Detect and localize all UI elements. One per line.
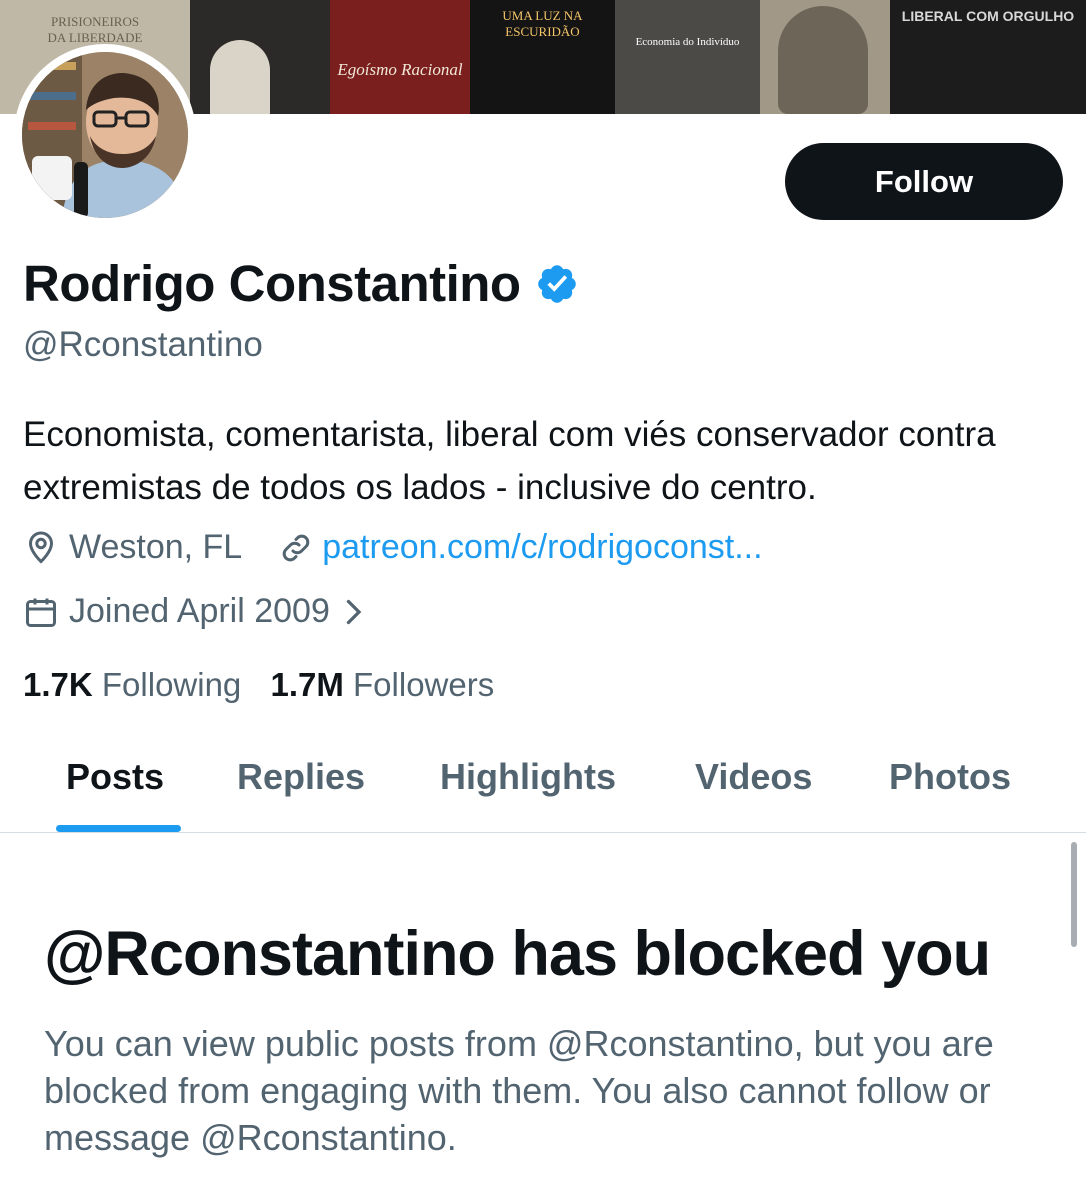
chevron-right-icon xyxy=(342,597,364,627)
banner-book-title-3: Egoísmo Racional xyxy=(337,60,463,79)
banner-book-3: Egoísmo Racional xyxy=(330,0,470,114)
blocked-title: @Rconstantino has blocked you xyxy=(44,919,991,989)
tab-photos[interactable]: Photos xyxy=(889,756,1011,798)
following-stat[interactable]: 1.7K Following xyxy=(23,666,250,703)
blocked-message: You can view public posts from @Rconstan… xyxy=(44,1023,994,1158)
avatar-image xyxy=(22,52,188,218)
display-name-text: Rodrigo Constantino xyxy=(23,255,521,312)
calendar-icon xyxy=(23,594,59,630)
following-count: 1.7K xyxy=(23,666,93,703)
banner-book-title-5: Economia do Indivíduo xyxy=(635,36,740,48)
profile-website-link[interactable]: patreon.com/c/rodrigoconst... xyxy=(322,528,762,567)
profile-location: Weston, FL xyxy=(69,528,243,566)
profile-joined-date: Joined April 2009 xyxy=(69,592,330,630)
profile-tabs: Posts Replies Highlights Videos Photos xyxy=(0,740,1086,833)
location-pin-icon xyxy=(23,530,59,566)
tab-replies[interactable]: Replies xyxy=(237,756,365,798)
banner-book-7: LIBERAL COM ORGULHO xyxy=(890,0,1086,114)
follow-button[interactable]: Follow xyxy=(785,143,1063,220)
profile-name: Rodrigo Constantino xyxy=(23,254,579,313)
banner-book-title-7: LIBERAL COM ORGULHO xyxy=(901,8,1075,24)
following-label: Following xyxy=(101,666,242,703)
banner-book-title-1: PRISIONEIROS DA LIBERDADE xyxy=(47,14,143,45)
followers-label: Followers xyxy=(353,666,495,703)
banner-book-2 xyxy=(190,0,330,114)
verified-badge-icon[interactable] xyxy=(535,262,579,306)
tab-videos[interactable]: Videos xyxy=(695,756,812,798)
followers-count: 1.7M xyxy=(270,666,344,703)
profile-handle: @Rconstantino xyxy=(23,325,263,364)
profile-meta-location-row: Weston, FL patreon.com/c/rodrigoconst... xyxy=(23,528,763,567)
avatar-photo-icon xyxy=(22,52,188,218)
profile-bio: Economista, comentarista, liberal com vi… xyxy=(23,415,996,507)
profile-stats: 1.7K Following 1.7M Followers xyxy=(23,666,494,704)
tab-posts[interactable]: Posts xyxy=(66,756,164,798)
followers-stat[interactable]: 1.7M Followers xyxy=(270,666,494,703)
banner-book-4: UMA LUZ NA ESCURIDÃO xyxy=(470,0,615,114)
link-icon xyxy=(278,530,314,566)
tab-highlights[interactable]: Highlights xyxy=(440,756,616,798)
scrollbar[interactable] xyxy=(1071,842,1077,947)
banner-book-5: Economia do Indivíduo xyxy=(615,0,760,114)
profile-joined-row[interactable]: Joined April 2009 xyxy=(23,592,364,631)
banner-book-title-4: UMA LUZ NA ESCURIDÃO xyxy=(502,8,583,39)
avatar[interactable] xyxy=(14,44,196,226)
banner-book-6 xyxy=(760,0,890,114)
active-tab-indicator xyxy=(56,825,181,832)
